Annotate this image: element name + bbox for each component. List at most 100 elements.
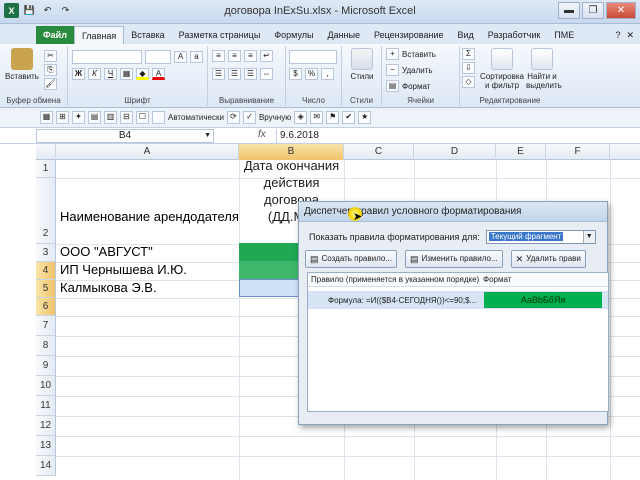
minimize-button[interactable]: ▬ <box>558 2 580 19</box>
toolbar-icon-12[interactable]: ★ <box>358 111 372 124</box>
delete-cells-button[interactable]: − Удалить <box>386 64 433 76</box>
dialog-title[interactable]: Диспетчер правил условного форматировани… <box>299 202 607 222</box>
align-center-icon[interactable]: ☰ <box>228 68 241 80</box>
edit-rule-button[interactable]: ▤ Изменить правило... <box>404 250 503 268</box>
cell-a6[interactable]: Калмыкова Э.В. <box>60 280 238 295</box>
styles-button[interactable]: Стили <box>346 48 378 81</box>
toolbar-icon-8[interactable]: ◈ <box>294 111 308 124</box>
row-header-7[interactable]: 7 <box>36 316 56 336</box>
row-header-13[interactable]: 13 <box>36 436 56 456</box>
toolbar-icon-4[interactable]: ▤ <box>88 111 101 124</box>
font-size-select[interactable] <box>145 50 171 64</box>
row-header-3[interactable]: 3 <box>36 244 56 262</box>
copy-icon[interactable]: ⎘ <box>44 64 57 76</box>
row-header-11[interactable]: 11 <box>36 396 56 416</box>
tab-home[interactable]: Главная <box>73 26 125 44</box>
number-format-select[interactable] <box>289 50 337 64</box>
column-header-f[interactable]: F <box>546 144 610 160</box>
underline-icon[interactable]: Ч <box>104 68 117 80</box>
fx-icon[interactable]: fx <box>258 129 266 140</box>
maximize-button[interactable]: ❐ <box>582 2 604 19</box>
align-left-icon[interactable]: ☰ <box>212 68 225 80</box>
fill-color-icon[interactable]: ◆ <box>136 68 149 80</box>
fill-icon[interactable]: ⇩ <box>462 62 475 74</box>
help-icon[interactable]: ? <box>615 30 620 40</box>
align-middle-icon[interactable]: ≡ <box>228 50 241 62</box>
format-painter-icon[interactable]: 🖌 <box>44 78 57 90</box>
currency-icon[interactable]: $ <box>289 68 302 80</box>
row-header-9[interactable]: 9 <box>36 356 56 376</box>
row-header-6[interactable]: 6 <box>36 298 56 316</box>
toolbar-icon-3[interactable]: ✦ <box>72 111 85 124</box>
italic-icon[interactable]: К <box>88 68 101 80</box>
cut-icon[interactable]: ✂ <box>44 50 57 62</box>
autosum-icon[interactable]: Σ <box>462 48 475 60</box>
row-header-2[interactable]: 2 <box>36 178 56 244</box>
show-rules-select[interactable]: Текущий фрагмент ▼ <box>485 230 596 244</box>
tab-developer[interactable]: Разработчик <box>481 26 547 44</box>
shrink-font-icon[interactable]: a <box>190 51 203 63</box>
sort-filter-button[interactable]: Сортировка и фильтр <box>480 48 524 90</box>
chevron-down-icon[interactable]: ▼ <box>204 130 211 142</box>
tab-insert[interactable]: Вставка <box>124 26 171 44</box>
calc-now-icon[interactable]: ⟳ <box>226 111 240 124</box>
manual-calc-checkbox[interactable]: ✓ <box>242 111 256 124</box>
toolbar-icon-11[interactable]: ✔ <box>342 111 356 124</box>
tab-formulas[interactable]: Формулы <box>267 26 320 44</box>
align-right-icon[interactable]: ☰ <box>244 68 257 80</box>
toolbar-icon-6[interactable]: ⊟ <box>120 111 133 124</box>
tab-file[interactable]: Файл <box>36 26 74 44</box>
rules-list[interactable]: Правило (применяется в указанном порядке… <box>307 272 609 412</box>
new-rule-button[interactable]: ▤ Создать правило... <box>305 250 397 268</box>
toolbar-icon-1[interactable]: ▦ <box>40 111 53 124</box>
auto-calc-checkbox[interactable] <box>152 111 165 124</box>
grow-font-icon[interactable]: A <box>174 51 187 63</box>
paste-button[interactable]: Вставить <box>4 48 40 81</box>
rule-row[interactable]: Формула: =И(($B4-СЕГОДНЯ())<=90;$... АаВ… <box>308 291 608 309</box>
cell-a5[interactable]: ИП Чернышева И.Ю. <box>60 262 238 277</box>
bold-icon[interactable]: Ж <box>72 68 85 80</box>
find-select-button[interactable]: Найти и выделить <box>526 48 562 90</box>
align-top-icon[interactable]: ≡ <box>212 50 225 62</box>
name-box[interactable]: B4 ▼ <box>36 129 214 143</box>
cell-a2[interactable]: Наименование арендодателя <box>60 209 238 224</box>
toolbar-icon-2[interactable]: ⊞ <box>56 111 69 124</box>
tab-data[interactable]: Данные <box>320 26 367 44</box>
select-all-corner[interactable] <box>36 144 56 160</box>
column-header-d[interactable]: D <box>414 144 496 160</box>
clear-icon[interactable]: ◇ <box>462 76 475 88</box>
comma-icon[interactable]: , <box>321 68 334 80</box>
tab-page-layout[interactable]: Разметка страницы <box>172 26 268 44</box>
row-header-5[interactable]: 5 <box>36 280 56 298</box>
tab-pme[interactable]: ПМЕ <box>547 26 581 44</box>
toolbar-icon-5[interactable]: ▥ <box>104 111 117 124</box>
toolbar-icon-9[interactable]: ✉ <box>310 111 324 124</box>
delete-rule-button[interactable]: ✕ Удалить прави <box>510 250 586 268</box>
percent-icon[interactable]: % <box>305 68 318 80</box>
column-header-c[interactable]: C <box>344 144 414 160</box>
row-header-14[interactable]: 14 <box>36 456 56 476</box>
row-header-1[interactable]: 1 <box>36 160 56 178</box>
merge-icon[interactable]: ⇔ <box>260 68 273 80</box>
toolbar-icon-10[interactable]: ⚑ <box>326 111 340 124</box>
chevron-down-icon[interactable]: ▼ <box>582 231 595 243</box>
font-name-select[interactable] <box>72 50 142 64</box>
font-color-icon[interactable]: A <box>152 68 165 80</box>
row-header-12[interactable]: 12 <box>36 416 56 436</box>
close-button[interactable]: ✕ <box>606 2 636 19</box>
align-bottom-icon[interactable]: ≡ <box>244 50 257 62</box>
insert-cells-button[interactable]: + Вставить <box>386 48 436 60</box>
tab-view[interactable]: Вид <box>451 26 481 44</box>
row-header-10[interactable]: 10 <box>36 376 56 396</box>
cell-a4[interactable]: ООО "АВГУСТ" <box>60 244 238 259</box>
format-cells-button[interactable]: ▤ Формат <box>386 80 430 92</box>
tab-review[interactable]: Рецензирование <box>367 26 451 44</box>
toolbar-icon-7[interactable]: ☐ <box>136 111 149 124</box>
row-header-8[interactable]: 8 <box>36 336 56 356</box>
row-header-4[interactable]: 4 <box>36 262 56 280</box>
borders-icon[interactable]: ▦ <box>120 68 133 80</box>
ribbon-close-icon[interactable]: ✕ <box>626 30 634 41</box>
wrap-text-icon[interactable]: ↵ <box>260 50 273 62</box>
formula-input[interactable]: 9.6.2018 <box>276 129 640 143</box>
column-header-e[interactable]: E <box>496 144 546 160</box>
